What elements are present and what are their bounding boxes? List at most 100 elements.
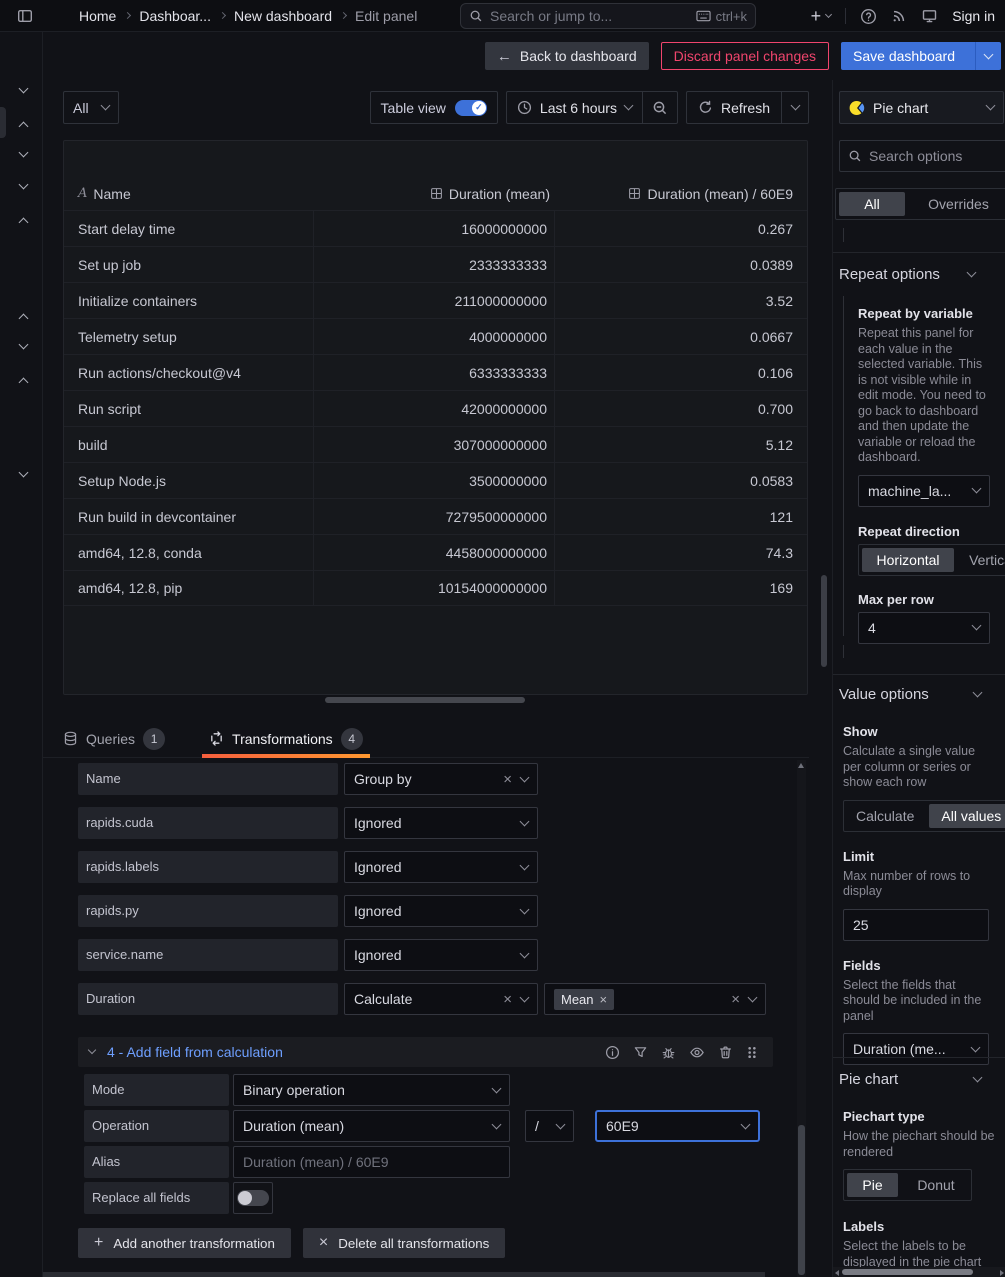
scrollbar-thumb[interactable] <box>798 1125 805 1275</box>
toggle-on[interactable]: ✓ <box>455 100 487 116</box>
column-header-duration-ratio[interactable]: Duration (mean) / 60E9 <box>557 186 807 202</box>
fields-select[interactable]: Duration (me... <box>843 1033 989 1065</box>
chevron-up-icon[interactable] <box>19 378 29 388</box>
type-donut-option[interactable]: Donut <box>901 1173 971 1197</box>
refresh-interval-button[interactable] <box>782 92 808 123</box>
chevron-down-icon[interactable] <box>88 1046 96 1054</box>
value-options-header[interactable]: Value options <box>839 686 999 703</box>
help-icon[interactable] <box>860 8 877 25</box>
breadcrumb-new-dashboard[interactable]: New dashboard <box>234 8 332 24</box>
right-operand-select[interactable]: 60E9 <box>595 1110 760 1142</box>
add-menu-button[interactable]: + <box>811 7 832 25</box>
clear-icon[interactable]: × <box>731 992 740 1007</box>
breadcrumb-dashboards[interactable]: Dashboar... <box>139 8 211 24</box>
sidebar-toggle-icon[interactable] <box>17 8 33 24</box>
limit-input[interactable] <box>843 909 989 941</box>
type-pie-option[interactable]: Pie <box>847 1173 898 1197</box>
transformation-section-header[interactable]: 4 - Add field from calculation <box>78 1037 773 1067</box>
groupby-select[interactable]: Group by × <box>344 763 538 795</box>
scroll-left-arrow-icon[interactable] <box>835 1270 839 1276</box>
chevron-down-icon <box>986 101 996 111</box>
aggregation-multiselect[interactable]: Mean× × <box>544 983 766 1015</box>
show-all-values-option[interactable]: All values <box>929 804 1005 828</box>
chevron-up-icon[interactable] <box>19 122 29 132</box>
chevron-down-icon <box>520 772 530 782</box>
direction-vertical-option[interactable]: Vertical <box>957 548 1005 572</box>
visualization-picker[interactable]: Pie chart <box>839 91 1004 124</box>
repeat-variable-select[interactable]: machine_la... <box>858 475 990 507</box>
options-search-input[interactable]: Search options <box>839 140 1005 172</box>
labels-description: Select the labels to be displayed in the… <box>843 1239 1003 1270</box>
groupby-select[interactable]: Calculate × <box>344 983 538 1015</box>
news-rss-icon[interactable] <box>891 8 907 24</box>
filter-tab-all[interactable]: All <box>839 192 905 216</box>
trash-icon[interactable] <box>718 1045 733 1060</box>
options-horizontal-scrollbar[interactable] <box>833 1267 1005 1277</box>
mode-select[interactable]: Binary operation <box>233 1074 510 1106</box>
zoom-out-icon[interactable] <box>643 92 677 123</box>
chevron-down-icon[interactable] <box>19 84 29 94</box>
clear-icon[interactable]: × <box>503 992 512 1007</box>
debug-icon[interactable] <box>661 1045 676 1060</box>
editor-vertical-scrollbar[interactable] <box>797 760 806 1277</box>
chevron-up-icon[interactable] <box>19 218 29 228</box>
groupby-select[interactable]: Ignored <box>344 939 538 971</box>
max-per-row-select[interactable]: 4 <box>858 612 990 644</box>
filter-icon[interactable] <box>633 1045 648 1060</box>
clear-icon[interactable]: × <box>503 772 512 787</box>
transformation-actions <box>605 1045 758 1060</box>
chevron-down-icon[interactable] <box>19 340 29 350</box>
chevron-down-icon[interactable] <box>19 148 29 158</box>
editor-horizontal-scrollbar[interactable] <box>43 1272 765 1277</box>
monitor-icon[interactable] <box>921 8 938 24</box>
breadcrumb-home[interactable]: Home <box>79 8 116 24</box>
mean-chip[interactable]: Mean× <box>554 989 614 1010</box>
operator-select[interactable]: / <box>525 1110 574 1142</box>
add-transformation-button[interactable]: + Add another transformation <box>78 1228 291 1258</box>
table-view-toggle[interactable]: Table view ✓ <box>370 91 498 124</box>
chevron-right-icon <box>340 12 347 19</box>
chevron-down-icon[interactable] <box>19 180 29 190</box>
chevron-down-icon <box>973 688 983 698</box>
left-operand-select[interactable]: Duration (mean) <box>233 1110 510 1142</box>
scroll-right-arrow-icon[interactable] <box>1000 1270 1004 1276</box>
refresh-button[interactable]: Refresh <box>687 92 781 123</box>
show-calculate-option[interactable]: Calculate <box>844 804 926 828</box>
direction-horizontal-option[interactable]: Horizontal <box>862 548 954 572</box>
discard-panel-changes-button[interactable]: Discard panel changes <box>661 42 829 70</box>
scrollbar-thumb[interactable] <box>325 697 525 703</box>
groupby-select[interactable]: Ignored <box>344 851 538 883</box>
back-to-dashboard-button[interactable]: ← Back to dashboard <box>485 42 649 70</box>
tab-queries[interactable]: Queries 1 <box>56 720 172 757</box>
save-dashboard-button[interactable]: Save dashboard <box>841 42 1001 70</box>
global-search-input[interactable]: Search or jump to... ctrl+k <box>460 3 756 29</box>
eye-icon[interactable] <box>689 1045 705 1060</box>
delete-all-transformations-button[interactable]: × Delete all transformations <box>303 1228 505 1258</box>
replace-all-fields-toggle[interactable] <box>233 1182 273 1214</box>
scrollbar-thumb[interactable] <box>842 1269 973 1275</box>
groupby-select[interactable]: Ignored <box>344 895 538 927</box>
info-icon[interactable] <box>605 1045 620 1060</box>
groupby-select[interactable]: Ignored <box>344 807 538 839</box>
database-icon <box>63 731 78 746</box>
chevron-up-icon[interactable] <box>19 314 29 324</box>
time-range-picker[interactable]: Last 6 hours <box>507 92 642 123</box>
alias-input[interactable] <box>233 1146 510 1178</box>
scroll-up-arrow-icon[interactable] <box>798 763 804 768</box>
tab-transformations[interactable]: Transformations 4 <box>202 720 370 757</box>
chevron-down-icon[interactable] <box>19 468 29 478</box>
main-vertical-scrollbar-thumb[interactable] <box>821 575 827 667</box>
groupby-field-row: Name Group by × <box>78 763 795 795</box>
column-header-name[interactable]: A Name <box>64 186 315 202</box>
save-dashboard-menu-button[interactable] <box>975 42 1001 70</box>
drag-handle-icon[interactable] <box>746 1045 758 1060</box>
column-header-duration-mean[interactable]: Duration (mean) <box>315 186 557 202</box>
table-horizontal-scrollbar[interactable] <box>63 697 808 704</box>
filter-tab-overrides[interactable]: Overrides <box>908 192 1005 216</box>
repeat-options-header[interactable]: Repeat options <box>839 266 999 283</box>
pie-chart-options-header[interactable]: Pie chart <box>839 1071 999 1088</box>
variable-all-select[interactable]: All <box>63 91 119 124</box>
sign-in-link[interactable]: Sign in <box>952 8 995 24</box>
remove-chip-icon[interactable]: × <box>600 993 608 1006</box>
transformation-title[interactable]: 4 - Add field from calculation <box>107 1044 605 1060</box>
